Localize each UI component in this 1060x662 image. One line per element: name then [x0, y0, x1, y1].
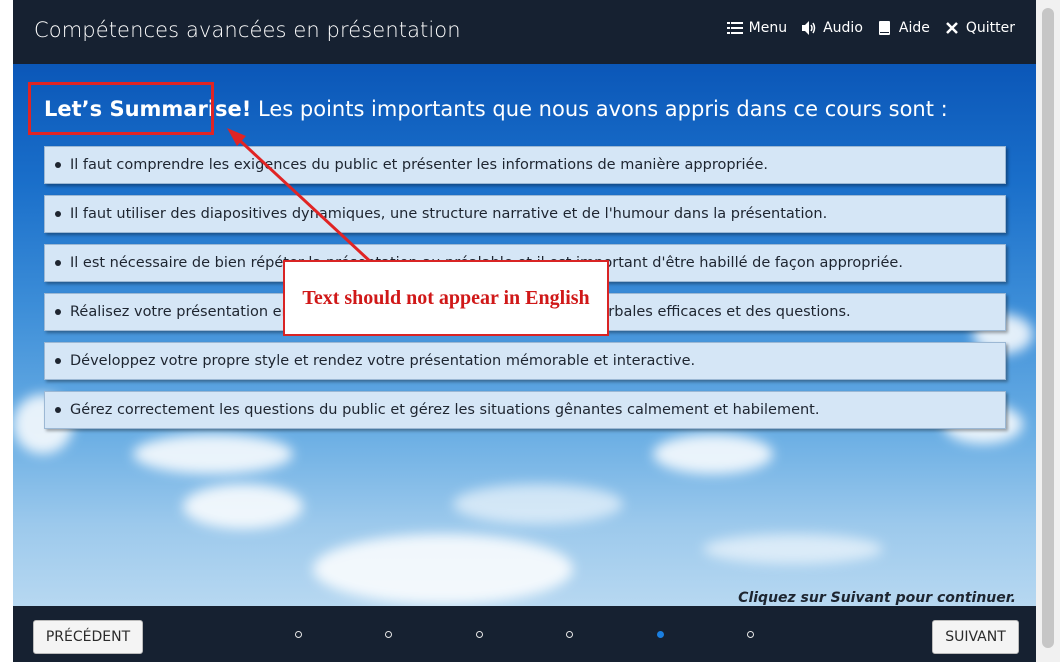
help-book-icon	[878, 21, 890, 35]
bullet	[55, 407, 61, 413]
page-dot[interactable]	[566, 631, 573, 638]
bullet	[55, 211, 61, 217]
continue-hint: Cliquez sur Suivant pour continuer.	[738, 590, 1016, 606]
audio-icon	[802, 21, 816, 35]
cloud-decoration	[133, 434, 293, 474]
annotation-highlight-box	[28, 82, 214, 135]
top-bar: Compétences avancées en présentation Men…	[13, 0, 1036, 64]
menu-icon	[726, 22, 743, 34]
cloud-decoration	[703, 534, 883, 564]
heading-rest: Les points importants que nous avons app…	[251, 97, 948, 121]
page-dot-current[interactable]	[657, 631, 664, 638]
help-label: Aide	[898, 20, 930, 36]
slide-stage: Let’s Summarise! Les points importants q…	[13, 64, 1036, 606]
player-frame: Compétences avancées en présentation Men…	[13, 0, 1036, 662]
window-scrollbar[interactable]	[1036, 0, 1060, 662]
list-item: Il faut utiliser des diapositives dynami…	[44, 195, 1006, 233]
menu-button[interactable]: Menu	[726, 20, 788, 36]
bullet	[55, 309, 61, 315]
list-item: Développez votre propre style et rendez …	[44, 342, 1006, 380]
top-nav: Menu Audio Aide Quitter	[726, 20, 1015, 36]
page-indicator	[295, 631, 775, 641]
help-button[interactable]: Aide	[877, 20, 930, 36]
page-dot[interactable]	[476, 631, 483, 638]
bullet	[55, 162, 61, 168]
list-item-text: Il faut utiliser des diapositives dynami…	[70, 206, 828, 222]
bullet	[55, 260, 61, 266]
next-button[interactable]: SUIVANT	[932, 620, 1019, 654]
scrollbar-thumb[interactable]	[1042, 8, 1054, 648]
audio-button[interactable]: Audio	[801, 20, 863, 36]
quit-label: Quitter	[965, 20, 1015, 36]
list-item-text: Gérez correctement les questions du publ…	[70, 402, 820, 418]
page-dot[interactable]	[385, 631, 392, 638]
list-item: Gérez correctement les questions du publ…	[44, 391, 1006, 429]
page-dot[interactable]	[295, 631, 302, 638]
quit-button[interactable]: Quitter	[944, 20, 1015, 36]
cloud-decoration	[653, 434, 773, 474]
list-item: Il faut comprendre les exigences du publ…	[44, 146, 1006, 184]
course-title: Compétences avancées en présentation	[34, 18, 461, 42]
cloud-decoration	[183, 484, 303, 529]
previous-button[interactable]: PRÉCÉDENT	[33, 620, 143, 654]
page-dot[interactable]	[747, 631, 754, 638]
audio-label: Audio	[823, 20, 863, 36]
menu-label: Menu	[748, 20, 788, 36]
list-item-text: Il faut comprendre les exigences du publ…	[70, 157, 768, 173]
bullet	[55, 358, 61, 364]
close-icon	[945, 22, 958, 34]
cloud-decoration	[453, 484, 623, 524]
bottom-bar: PRÉCÉDENT SUIVANT	[13, 606, 1036, 662]
annotation-callout: Text should not appear in English	[283, 260, 609, 336]
list-item-text: Développez votre propre style et rendez …	[70, 353, 696, 369]
cloud-decoration	[313, 534, 573, 604]
